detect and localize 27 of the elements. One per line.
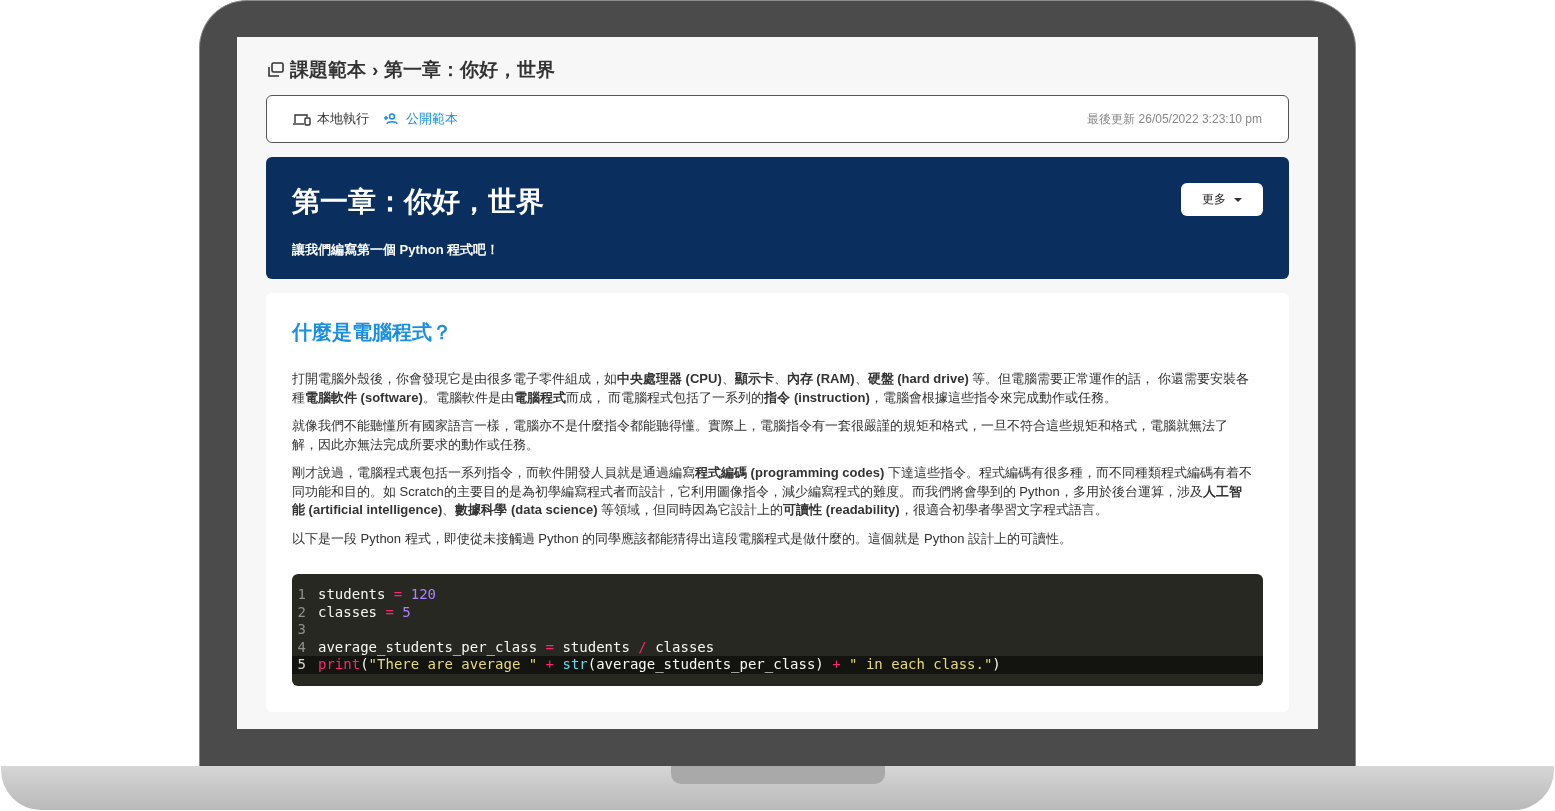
breadcrumb-current: 第一章：你好，世界 xyxy=(384,58,556,82)
line-number: 5 xyxy=(296,656,307,674)
caret-icon xyxy=(1234,197,1242,202)
paragraph: 剛才說過，電腦程式裏包括一系列指令，而軟件開發人員就是通過編寫程式編碼 (programming codes) 下達這些指令。程式編碼有很多種，而不同種類程式編碼有着不同功能和目的。如 Scratch的主要目的是為初學編寫程式者而設計，它利用圖像指令，減少編寫程式的難度。而我們將會學到的 Python，多用於後台運算，涉及人工智能 (artificial intelligence)、數據科學 (data science) 等領域，但同時因為它設計上的可讀性 (readability)，很適合初學者學習文字程式語言。 xyxy=(292,464,1252,519)
users-icon xyxy=(383,113,400,125)
devices-icon xyxy=(293,112,311,126)
code-text: classes = 5 xyxy=(318,603,411,621)
code-text: print("There are average " + str(average_students_per_class) + " in each class.") xyxy=(318,656,1001,674)
copy-icon xyxy=(266,62,284,78)
paragraph: 打開電腦外殼後，你會發現它是由很多電子零件組成，如中央處理器 (CPU)、顯示卡、內存 (RAM)、硬盤 (hard drive) 等。但電腦需要正常運作的話， 你還需要安裝各種電腦軟件 (software)。電腦軟件是由電腦程式而成， 而電腦程式包括了一系列的指令 (instruction)，電腦會根據這些指令來完成動作或任務。 xyxy=(292,370,1250,407)
chapter-title: 第一章：你好，世界 xyxy=(292,185,544,219)
last-updated-text: 最後更新 26/05/2022 3:23:10 pm xyxy=(1087,110,1262,128)
line-number: 1 xyxy=(296,586,307,604)
paragraph: 就像我們不能聽懂所有國家語言一樣，電腦亦不是什麼指令都能聽得懂。實際上，電腦指令有一套很嚴謹的規矩和格式，一旦不符合這些規矩和格式，電腦就無法了解，因此亦無法完成所要求的動作或任務。 xyxy=(292,417,1229,454)
code-text: students = 120 xyxy=(318,586,436,604)
code-text: average_students_per_class = students / classes xyxy=(318,638,715,656)
breadcrumb-separator: › xyxy=(372,59,379,81)
line-number: 3 xyxy=(296,621,307,639)
breadcrumb-link[interactable]: 課題範本 xyxy=(290,57,366,83)
line-number: 4 xyxy=(296,638,307,656)
line-number: 2 xyxy=(296,603,307,621)
public-template-link[interactable]: 公開範本 xyxy=(383,110,458,128)
run-locally-link[interactable]: 本地執行 xyxy=(293,110,369,128)
more-button[interactable]: 更多 xyxy=(1181,183,1263,216)
paragraph: 以下是一段 Python 程式，即使從未接觸過 Python 的同學應該都能猜得出這段電腦程式是做什麼的。這個就是 Python 設計上的可讀性。 xyxy=(292,529,1074,548)
chapter-subtitle: 讓我們編寫第一個 Python 程式吧！ xyxy=(292,241,501,259)
section-heading: 什麼是電腦程式？ xyxy=(292,320,453,345)
